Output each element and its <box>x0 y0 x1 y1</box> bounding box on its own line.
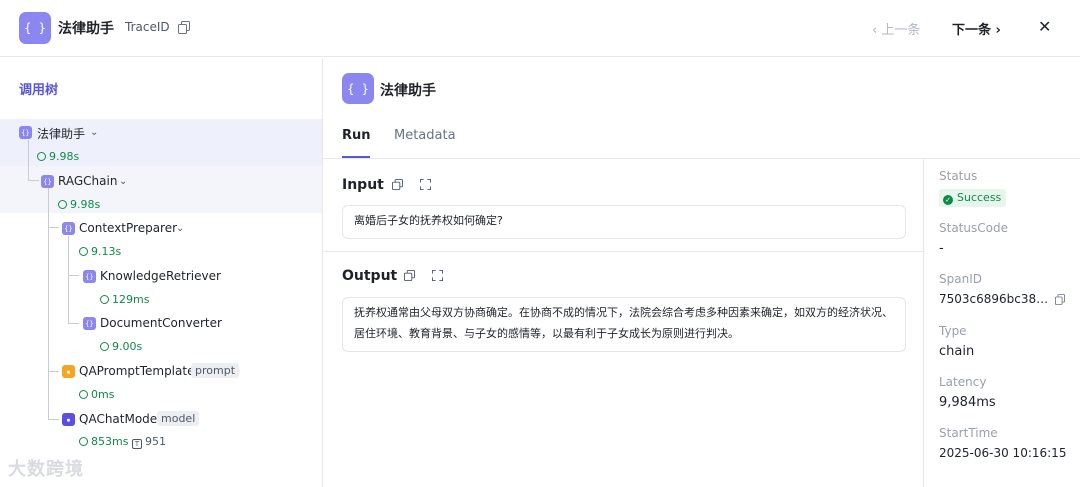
type-value: chain <box>939 344 975 359</box>
chevron-down-icon[interactable]: ⌄ <box>119 176 127 187</box>
span-details-panel: Status ✓ Success StatusCode - SpanID 7503… <box>923 158 1080 487</box>
tree-node-duration: 9.13s <box>79 245 121 258</box>
chevron-down-icon[interactable]: ⌄ <box>176 223 184 234</box>
input-content: 离婚后子女的抚养权如何确定? <box>342 205 906 239</box>
duration-value: 9.98s <box>70 198 101 211</box>
clock-icon <box>79 247 88 256</box>
clock-icon <box>37 152 46 161</box>
tree-connector <box>68 236 69 324</box>
spanid-label: SpanID <box>939 272 982 286</box>
chain-node-icon: {} <box>41 175 54 188</box>
token-value: 951 <box>145 435 166 448</box>
token-count: T 951 <box>132 435 166 449</box>
chain-node-icon: {} <box>83 270 96 283</box>
chain-node-icon: {} <box>83 317 96 330</box>
copy-icon[interactable] <box>178 21 190 34</box>
statuscode-value: - <box>939 241 944 256</box>
starttime-value: 2025-06-30 10:16:15 <box>939 446 1067 460</box>
duration-value: 129ms <box>112 293 150 306</box>
duration-value: 9.00s <box>112 340 143 353</box>
tree-connector <box>68 323 79 324</box>
tree-node-name[interactable]: RAGChain <box>58 174 117 188</box>
latency-value: 9,984ms <box>939 395 996 410</box>
call-tree-panel: 调用树 {} 法律助手 ⌄ 9.98s {} RAGChain ⌄ 9.98s … <box>0 58 323 487</box>
clock-icon <box>79 390 88 399</box>
tree-connector <box>28 140 29 180</box>
tree-connector <box>48 371 59 372</box>
clock-icon <box>100 295 109 304</box>
tree-node-name[interactable]: KnowledgeRetriever <box>100 269 221 283</box>
expand-icon[interactable] <box>420 179 431 190</box>
tree-connector <box>48 188 49 420</box>
tree-connector <box>48 419 59 420</box>
tree-node-duration: 129ms <box>100 293 149 306</box>
braces-icon: { } <box>19 12 51 44</box>
expand-icon[interactable] <box>432 270 443 281</box>
duration-value: 0ms <box>91 388 115 401</box>
output-section-title: Output <box>342 268 398 284</box>
latency-label: Latency <box>939 375 987 389</box>
trace-id-label: TraceID <box>125 20 170 34</box>
status-label: Status <box>939 169 978 183</box>
statuscode-label: StatusCode <box>939 221 1008 235</box>
prompt-node-icon: ▪ <box>62 365 75 378</box>
tab-metadata[interactable]: Metadata <box>394 128 456 143</box>
status-value: Success <box>957 191 1002 204</box>
node-type-tag: model <box>157 411 200 426</box>
chain-node-icon: {} <box>19 126 32 139</box>
watermark-logo: 大数跨境 <box>8 459 84 480</box>
prev-button[interactable]: ‹ 上一条 <box>872 19 920 38</box>
chevron-down-icon[interactable]: ⌄ <box>90 127 98 138</box>
chain-node-icon: {} <box>62 222 75 235</box>
next-button[interactable]: 下一条 › <box>952 19 1001 38</box>
status-badge: ✓ Success <box>939 189 1007 207</box>
header-bar: { } 法律助手 TraceID ‹ 上一条 下一条 › ✕ <box>0 0 1080 57</box>
tree-node-duration: 0ms <box>79 388 114 401</box>
check-circle-icon: ✓ <box>943 195 953 205</box>
tree-node-name[interactable]: QAChatModel <box>79 412 161 426</box>
tree-connector <box>48 227 59 228</box>
output-content: 抚养权通常由父母双方协商确定。在协商不成的情况下，法院会综合考虑多种因素来确定，… <box>342 297 906 352</box>
close-icon[interactable]: ✕ <box>1038 17 1051 36</box>
tab-run[interactable]: Run <box>342 128 371 143</box>
trace-title: 法律助手 <box>58 21 114 37</box>
node-type-tag: prompt <box>191 363 240 378</box>
input-section-title: Input <box>342 177 384 193</box>
tree-node-name[interactable]: ContextPreparer <box>79 221 177 235</box>
clock-icon <box>79 437 88 446</box>
tree-connector <box>68 275 79 276</box>
type-label: Type <box>939 324 967 338</box>
tree-node-duration: 853ms <box>79 435 128 448</box>
starttime-label: StartTime <box>939 426 998 440</box>
duration-value: 9.13s <box>91 245 122 258</box>
clock-icon <box>100 342 109 351</box>
tree-node-name[interactable]: 法律助手 <box>37 125 85 142</box>
tree-node-duration: 9.98s <box>37 150 79 163</box>
spanid-value: 7503c6896bc38… <box>939 292 1049 306</box>
model-node-icon: ▪ <box>62 413 75 426</box>
braces-icon: { } <box>342 73 374 104</box>
duration-value: 9.98s <box>49 150 80 163</box>
span-title: 法律助手 <box>380 83 436 99</box>
tree-node-name[interactable]: QAPromptTemplate <box>79 364 194 378</box>
section-divider <box>323 251 923 252</box>
token-icon: T <box>132 439 142 449</box>
copy-icon[interactable] <box>404 270 415 281</box>
tree-node-duration: 9.00s <box>100 340 142 353</box>
copy-icon[interactable] <box>1055 294 1065 305</box>
tree-connector <box>28 180 39 181</box>
clock-icon <box>58 200 67 209</box>
call-tree-title: 调用树 <box>19 83 59 98</box>
copy-icon[interactable] <box>392 179 403 190</box>
tree-node-duration: 9.98s <box>58 198 100 211</box>
tree-node-name[interactable]: DocumentConverter <box>100 316 222 330</box>
duration-value: 853ms <box>91 435 129 448</box>
